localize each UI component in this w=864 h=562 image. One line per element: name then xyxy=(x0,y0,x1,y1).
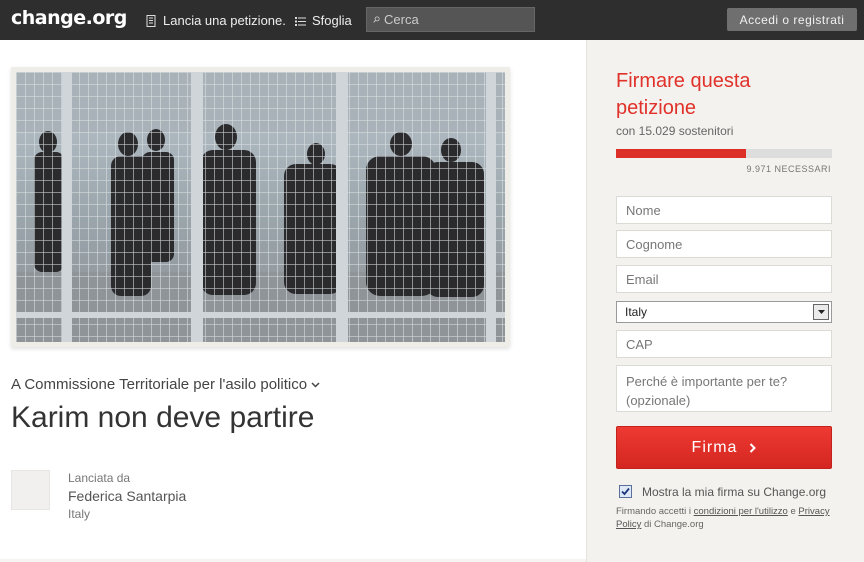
petition-target-label: A Commissione Territoriale per l'asilo p… xyxy=(11,376,308,393)
sign-petition-panel: Firmare questa petizione con 15.029 sost… xyxy=(586,40,864,562)
author-name[interactable]: Federica Santarpia xyxy=(68,488,186,504)
change-org-logo[interactable]: change.org xyxy=(11,7,127,29)
terms-and: e xyxy=(787,506,799,517)
terms-notice: Firmando accetti i condizioni per l'util… xyxy=(616,505,836,531)
browse-label: Sfoglia xyxy=(312,13,352,28)
launched-by-label: Lanciata da xyxy=(68,471,131,485)
signature-progress-bar xyxy=(616,149,832,158)
email-field[interactable] xyxy=(616,265,832,293)
show-signature-label[interactable]: Mostra la mia firma su Change.org xyxy=(642,485,826,499)
reason-field[interactable] xyxy=(616,365,832,412)
sign-panel-title: Firmare questa petizione xyxy=(616,70,751,119)
country-select[interactable]: Italy xyxy=(616,301,832,323)
first-name-field[interactable] xyxy=(616,196,832,224)
search-input[interactable] xyxy=(384,12,534,27)
search-icon xyxy=(373,16,380,23)
petition-main: A Commissione Territoriale per l'asilo p… xyxy=(0,40,586,559)
checkmark-icon xyxy=(621,487,630,496)
dropdown-arrow-icon[interactable] xyxy=(813,304,829,320)
chevron-right-icon xyxy=(750,442,757,453)
signatures-needed: 9.971 NECESSARI xyxy=(746,164,831,174)
petition-document-icon xyxy=(146,14,156,27)
country-select-value: Italy xyxy=(625,305,648,319)
petition-photo-frame xyxy=(11,67,510,347)
start-petition-label: Lancia una petizione. xyxy=(163,13,286,28)
supporter-count: con 15.029 sostenitori xyxy=(616,124,734,138)
sign-button[interactable]: Firma xyxy=(616,426,832,469)
browse-link[interactable]: Sfoglia xyxy=(295,13,352,28)
top-navigation-bar: change.org Lancia una petizione. Sfoglia… xyxy=(0,0,864,40)
zip-code-field[interactable] xyxy=(616,330,832,358)
search-box[interactable] xyxy=(366,7,535,32)
petition-target[interactable]: A Commissione Territoriale per l'asilo p… xyxy=(11,376,320,393)
sign-button-label: Firma xyxy=(691,438,738,456)
start-petition-link[interactable]: Lancia una petizione. xyxy=(146,13,286,28)
last-name-field[interactable] xyxy=(616,230,832,258)
terms-of-use-link[interactable]: condizioni per l'utilizzo xyxy=(694,506,788,517)
show-signature-checkbox[interactable] xyxy=(619,485,632,498)
author-country: Italy xyxy=(68,507,91,521)
petition-photo xyxy=(16,72,505,342)
list-icon xyxy=(295,16,306,26)
author-avatar xyxy=(11,470,50,510)
terms-prefix: Firmando accetti i xyxy=(616,506,694,517)
petition-title: Karim non deve partire xyxy=(11,401,315,434)
terms-suffix: di Change.org xyxy=(641,519,704,530)
chevron-down-icon xyxy=(311,381,320,388)
login-register-button[interactable]: Accedi o registrati xyxy=(727,8,857,31)
signature-progress-fill xyxy=(616,149,746,158)
